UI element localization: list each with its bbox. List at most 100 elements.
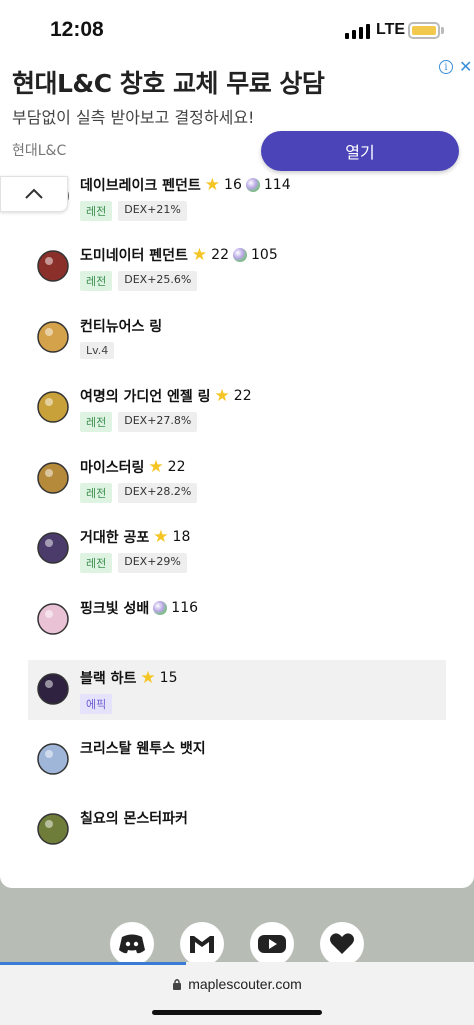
- item-name-row: 블랙 하트 ★ 15: [80, 668, 177, 688]
- item-icon: [34, 388, 72, 426]
- battery-cap: [441, 27, 444, 34]
- legend-badge: 레전: [80, 553, 113, 573]
- equipment-item[interactable]: 여명의 가디언 엔젤 링 ★ 22 레전 DEX+27.8%: [28, 378, 446, 438]
- lv-badge: Lv.4: [80, 342, 115, 359]
- item-name: 컨티뉴어스 링: [80, 319, 163, 335]
- item-name-row: 컨티뉴어스 링: [80, 316, 162, 336]
- page-load-progress: [0, 962, 186, 965]
- gmail-icon[interactable]: [180, 922, 224, 966]
- potion-icon: [245, 178, 260, 192]
- status-bar: 12:08 LTE: [0, 0, 474, 58]
- item-name: 핑크빛 성배: [80, 601, 150, 617]
- item-icon: [34, 529, 72, 567]
- item-name-row: 크리스탈 웬투스 뱃지: [80, 738, 206, 758]
- equipment-item[interactable]: 블랙 하트 ★ 15 에픽: [28, 660, 446, 720]
- item-name: 데이브레이크 펜던트: [80, 178, 201, 194]
- star-icon: ★: [204, 175, 221, 195]
- item-name: 도미네이터 펜던트: [80, 248, 188, 264]
- url-bar[interactable]: maplescouter.com: [0, 976, 474, 992]
- stat-badge: DEX+28.2%: [118, 483, 198, 503]
- equipment-item[interactable]: 마이스터링 ★ 22 레전 DEX+28.2%: [28, 449, 446, 509]
- legend-badge: 레전: [80, 201, 113, 221]
- epic-badge: 에픽: [80, 694, 113, 714]
- ad-info-icon[interactable]: i: [439, 60, 453, 74]
- item-icon: [34, 247, 72, 285]
- footer-icons: [0, 922, 474, 966]
- equipment-item[interactable]: 거대한 공포 ★ 18 레전 DEX+29%: [28, 519, 446, 579]
- ad-brand: 현대L&C: [12, 143, 67, 159]
- potion-icon: [153, 601, 168, 615]
- star-icon: ★: [214, 386, 230, 406]
- star-count: 15: [159, 670, 178, 686]
- heart-icon[interactable]: [320, 922, 364, 966]
- star-count: 16: [224, 177, 242, 193]
- ad-banner[interactable]: i ✕ 현대L&C 창호 교체 무료 상담 부담없이 실측 받아보고 결정하세요…: [0, 58, 474, 178]
- item-tags: 레전 DEX+28.2%: [80, 483, 198, 503]
- chevron-up-icon: [25, 188, 43, 199]
- item-tags: 레전 DEX+29%: [80, 553, 187, 573]
- battery-icon: [408, 22, 440, 39]
- status-time: 12:08: [50, 18, 104, 41]
- discord-icon[interactable]: [110, 922, 154, 966]
- item-icon: [34, 318, 72, 356]
- potion-count: 116: [171, 600, 199, 616]
- item-name-row: 거대한 공포 ★ 18: [80, 527, 190, 547]
- stat-badge: DEX+21%: [118, 201, 187, 221]
- equipment-item[interactable]: 크리스탈 웬투스 뱃지: [28, 730, 446, 790]
- star-icon: ★: [140, 668, 156, 688]
- equipment-item[interactable]: 칠요의 몬스터파커: [28, 800, 446, 860]
- star-count: 18: [172, 529, 191, 545]
- star-icon: ★: [148, 457, 164, 477]
- star-icon: ★: [191, 245, 208, 265]
- item-name: 여명의 가디언 엔젤 링: [80, 389, 211, 405]
- star-count: 22: [211, 247, 229, 263]
- stat-badge: DEX+29%: [118, 553, 187, 573]
- item-icon: [34, 810, 72, 848]
- equipment-item[interactable]: 데이브레이크 펜던트 ★ 16 114 레전 DEX+21%: [28, 167, 446, 227]
- item-name-row: 데이브레이크 펜던트 ★ 16 114: [80, 175, 291, 195]
- legend-badge: 레전: [80, 483, 113, 503]
- ad-subtitle: 부담없이 실측 받아보고 결정하세요!: [12, 108, 255, 127]
- item-tags: 레전 DEX+21%: [80, 201, 187, 221]
- item-icon: [34, 600, 72, 638]
- star-icon: ★: [153, 527, 169, 547]
- item-name: 칠요의 몬스터파커: [80, 811, 188, 827]
- potion-count: 114: [263, 177, 291, 193]
- youtube-icon[interactable]: [250, 922, 294, 966]
- item-name-row: 마이스터링 ★ 22: [80, 457, 185, 477]
- item-name: 마이스터링: [80, 460, 145, 476]
- equipment-item[interactable]: 컨티뉴어스 링 Lv.4: [28, 308, 446, 368]
- legend-badge: 레전: [80, 271, 113, 291]
- url-text: maplescouter.com: [188, 976, 302, 992]
- stat-badge: DEX+25.6%: [118, 271, 198, 291]
- star-count: 22: [233, 388, 252, 404]
- item-icon: [34, 740, 72, 778]
- item-name-row: 도미네이터 펜던트 ★ 22 105: [80, 245, 278, 265]
- browser-bar: [0, 962, 474, 1025]
- equipment-item[interactable]: 핑크빛 성배 116: [28, 590, 446, 650]
- item-tags: 에픽: [80, 694, 113, 714]
- item-name-row: 칠요의 몬스터파커: [80, 808, 188, 828]
- potion-icon: [233, 248, 247, 262]
- stat-badge: DEX+27.8%: [118, 412, 198, 432]
- item-name-row: 핑크빛 성배 116: [80, 598, 198, 618]
- item-tags: Lv.4: [80, 342, 115, 359]
- legend-badge: 레전: [80, 412, 113, 432]
- ad-close-icon[interactable]: ✕: [459, 59, 472, 75]
- item-tags: 레전 DEX+25.6%: [80, 271, 198, 291]
- scroll-up-button[interactable]: [0, 176, 68, 212]
- home-indicator: [152, 1010, 322, 1015]
- ad-controls: i ✕: [439, 59, 472, 75]
- item-tags: 레전 DEX+27.8%: [80, 412, 198, 432]
- ad-title: 현대L&C 창호 교체 무료 상담: [12, 69, 325, 98]
- network-label: LTE: [376, 21, 406, 38]
- ad-open-button[interactable]: 열기: [261, 131, 459, 171]
- star-count: 22: [167, 459, 186, 475]
- item-icon: [34, 670, 72, 708]
- equipment-item[interactable]: 도미네이터 펜던트 ★ 22 105 레전 DEX+25.6%: [28, 237, 446, 297]
- item-name: 크리스탈 웬투스 뱃지: [80, 741, 206, 757]
- lock-icon: [173, 978, 182, 990]
- item-name-row: 여명의 가디언 엔젤 링 ★ 22: [80, 386, 252, 406]
- item-icon: [34, 459, 72, 497]
- signal-icon: [345, 24, 370, 39]
